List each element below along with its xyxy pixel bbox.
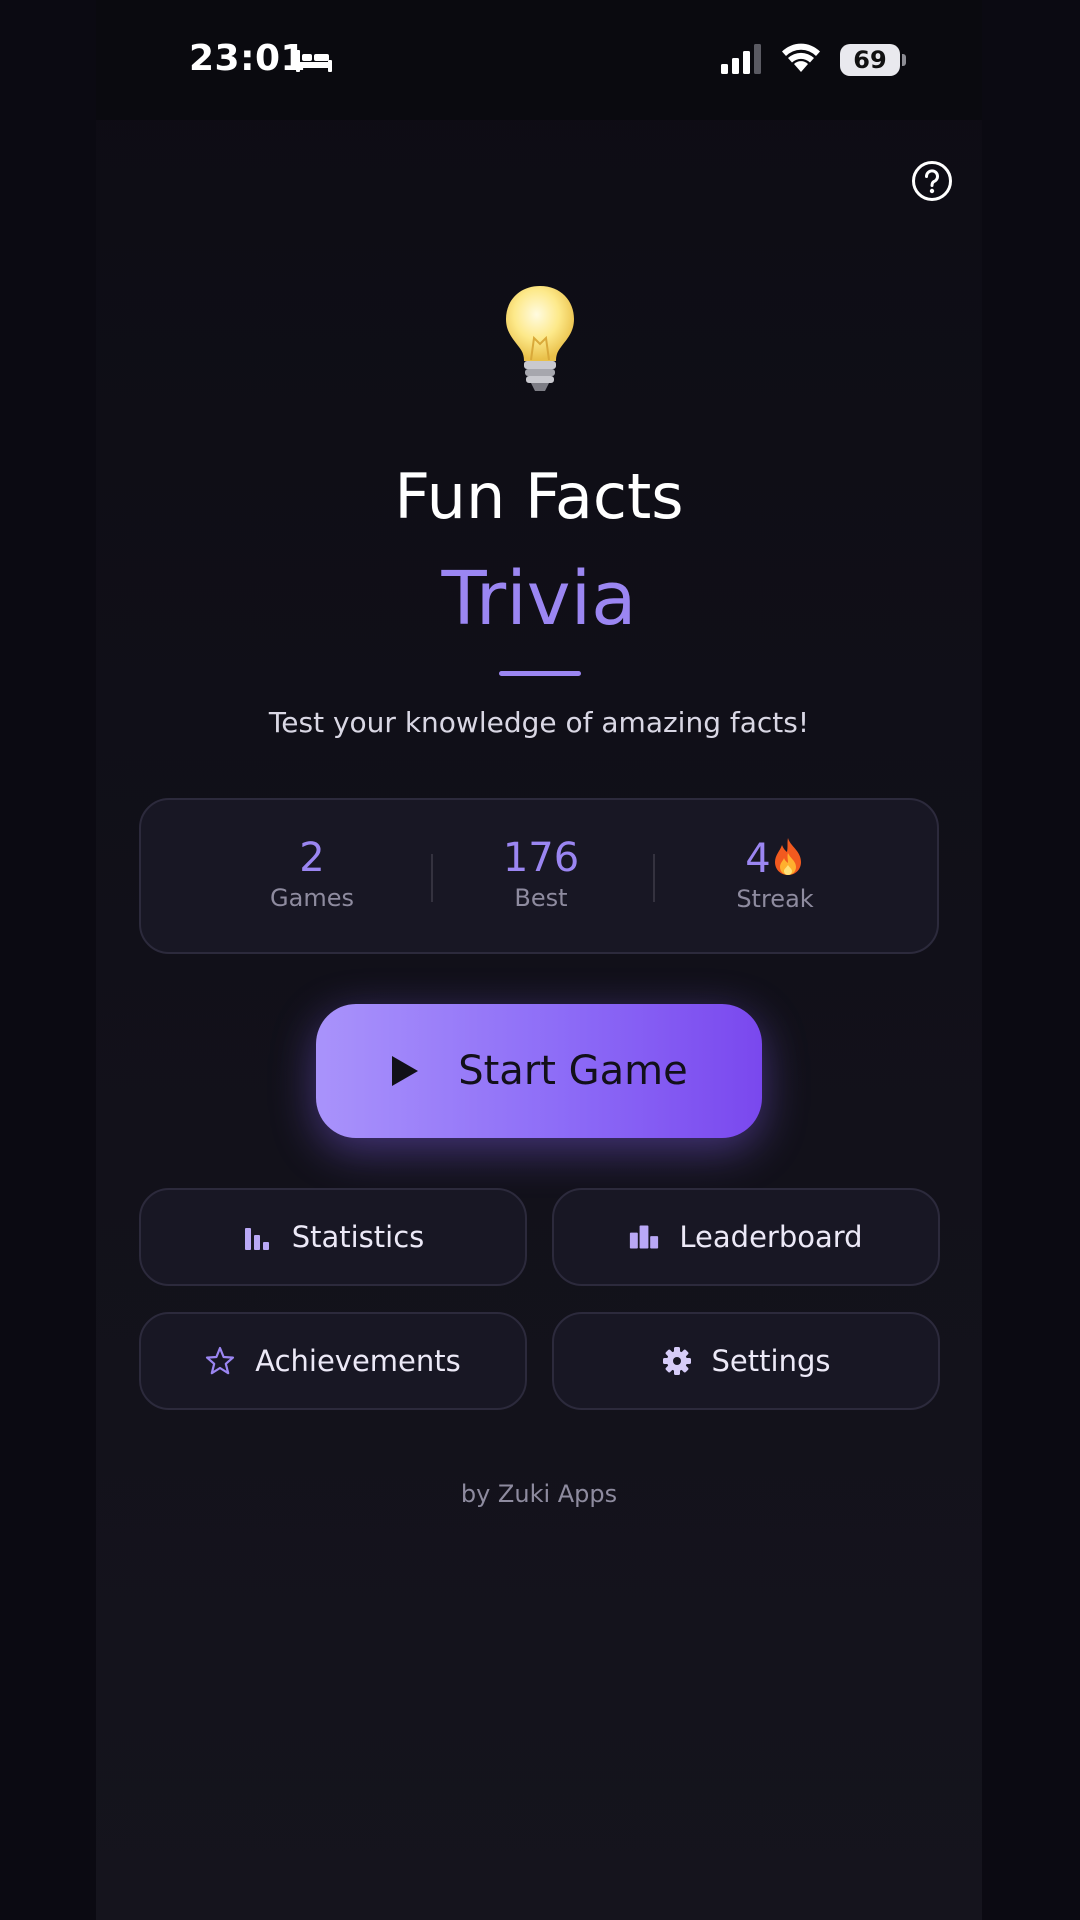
play-icon	[392, 1056, 419, 1086]
star-icon	[206, 1346, 235, 1375]
stat-best-label: Best	[514, 884, 568, 912]
settings-label: Settings	[711, 1344, 831, 1378]
battery-level: 69	[853, 46, 887, 74]
bar-chart-icon	[244, 1228, 269, 1250]
battery-indicator: 69	[840, 44, 900, 76]
app-title: Fun Facts	[394, 460, 684, 533]
achievements-button[interactable]: Achievements	[139, 1312, 527, 1410]
title-underline	[499, 671, 581, 676]
status-time: 23:01	[189, 38, 307, 79]
leaderboard-icon	[630, 1225, 659, 1249]
stat-games: 2 Games	[212, 836, 412, 916]
stat-best-value: 176	[502, 835, 580, 881]
start-game-label: Start Game	[458, 1048, 688, 1094]
battery-cap	[902, 54, 906, 66]
lightbulb-icon	[506, 286, 574, 391]
app-screen: 23:01 69 Fun Facts Trivia Test your know…	[96, 0, 982, 1920]
flame-icon	[774, 838, 801, 875]
cellular-signal-icon	[721, 44, 761, 74]
stat-divider	[653, 854, 655, 902]
wifi-icon	[782, 43, 820, 72]
stat-streak-value: 4	[745, 836, 771, 882]
stat-best: 176 Best	[441, 836, 641, 916]
stat-games-value: 2	[299, 835, 325, 881]
stat-streak: 4 Streak	[675, 836, 875, 917]
sleep-focus-icon	[296, 50, 332, 72]
leaderboard-label: Leaderboard	[679, 1220, 863, 1254]
stat-divider	[431, 854, 433, 902]
stats-card: 2 Games 176 Best 4 Streak	[139, 798, 939, 954]
gear-icon	[662, 1347, 691, 1375]
app-title-accent: Trivia	[441, 556, 637, 642]
stat-streak-value-row: 4	[675, 836, 875, 881]
stat-streak-label: Streak	[736, 885, 814, 913]
statistics-button[interactable]: Statistics	[139, 1188, 527, 1286]
help-button[interactable]	[911, 160, 953, 202]
start-game-button[interactable]: Start Game	[316, 1004, 762, 1138]
settings-button[interactable]: Settings	[552, 1312, 940, 1410]
statistics-label: Statistics	[291, 1220, 425, 1254]
status-bar: 23:01 69	[96, 0, 982, 120]
app-subtitle: Test your knowledge of amazing facts!	[268, 706, 810, 739]
leaderboard-button[interactable]: Leaderboard	[552, 1188, 940, 1286]
footer-credit: by Zuki Apps	[460, 1480, 618, 1508]
achievements-label: Achievements	[255, 1344, 461, 1378]
stat-games-label: Games	[270, 884, 354, 912]
